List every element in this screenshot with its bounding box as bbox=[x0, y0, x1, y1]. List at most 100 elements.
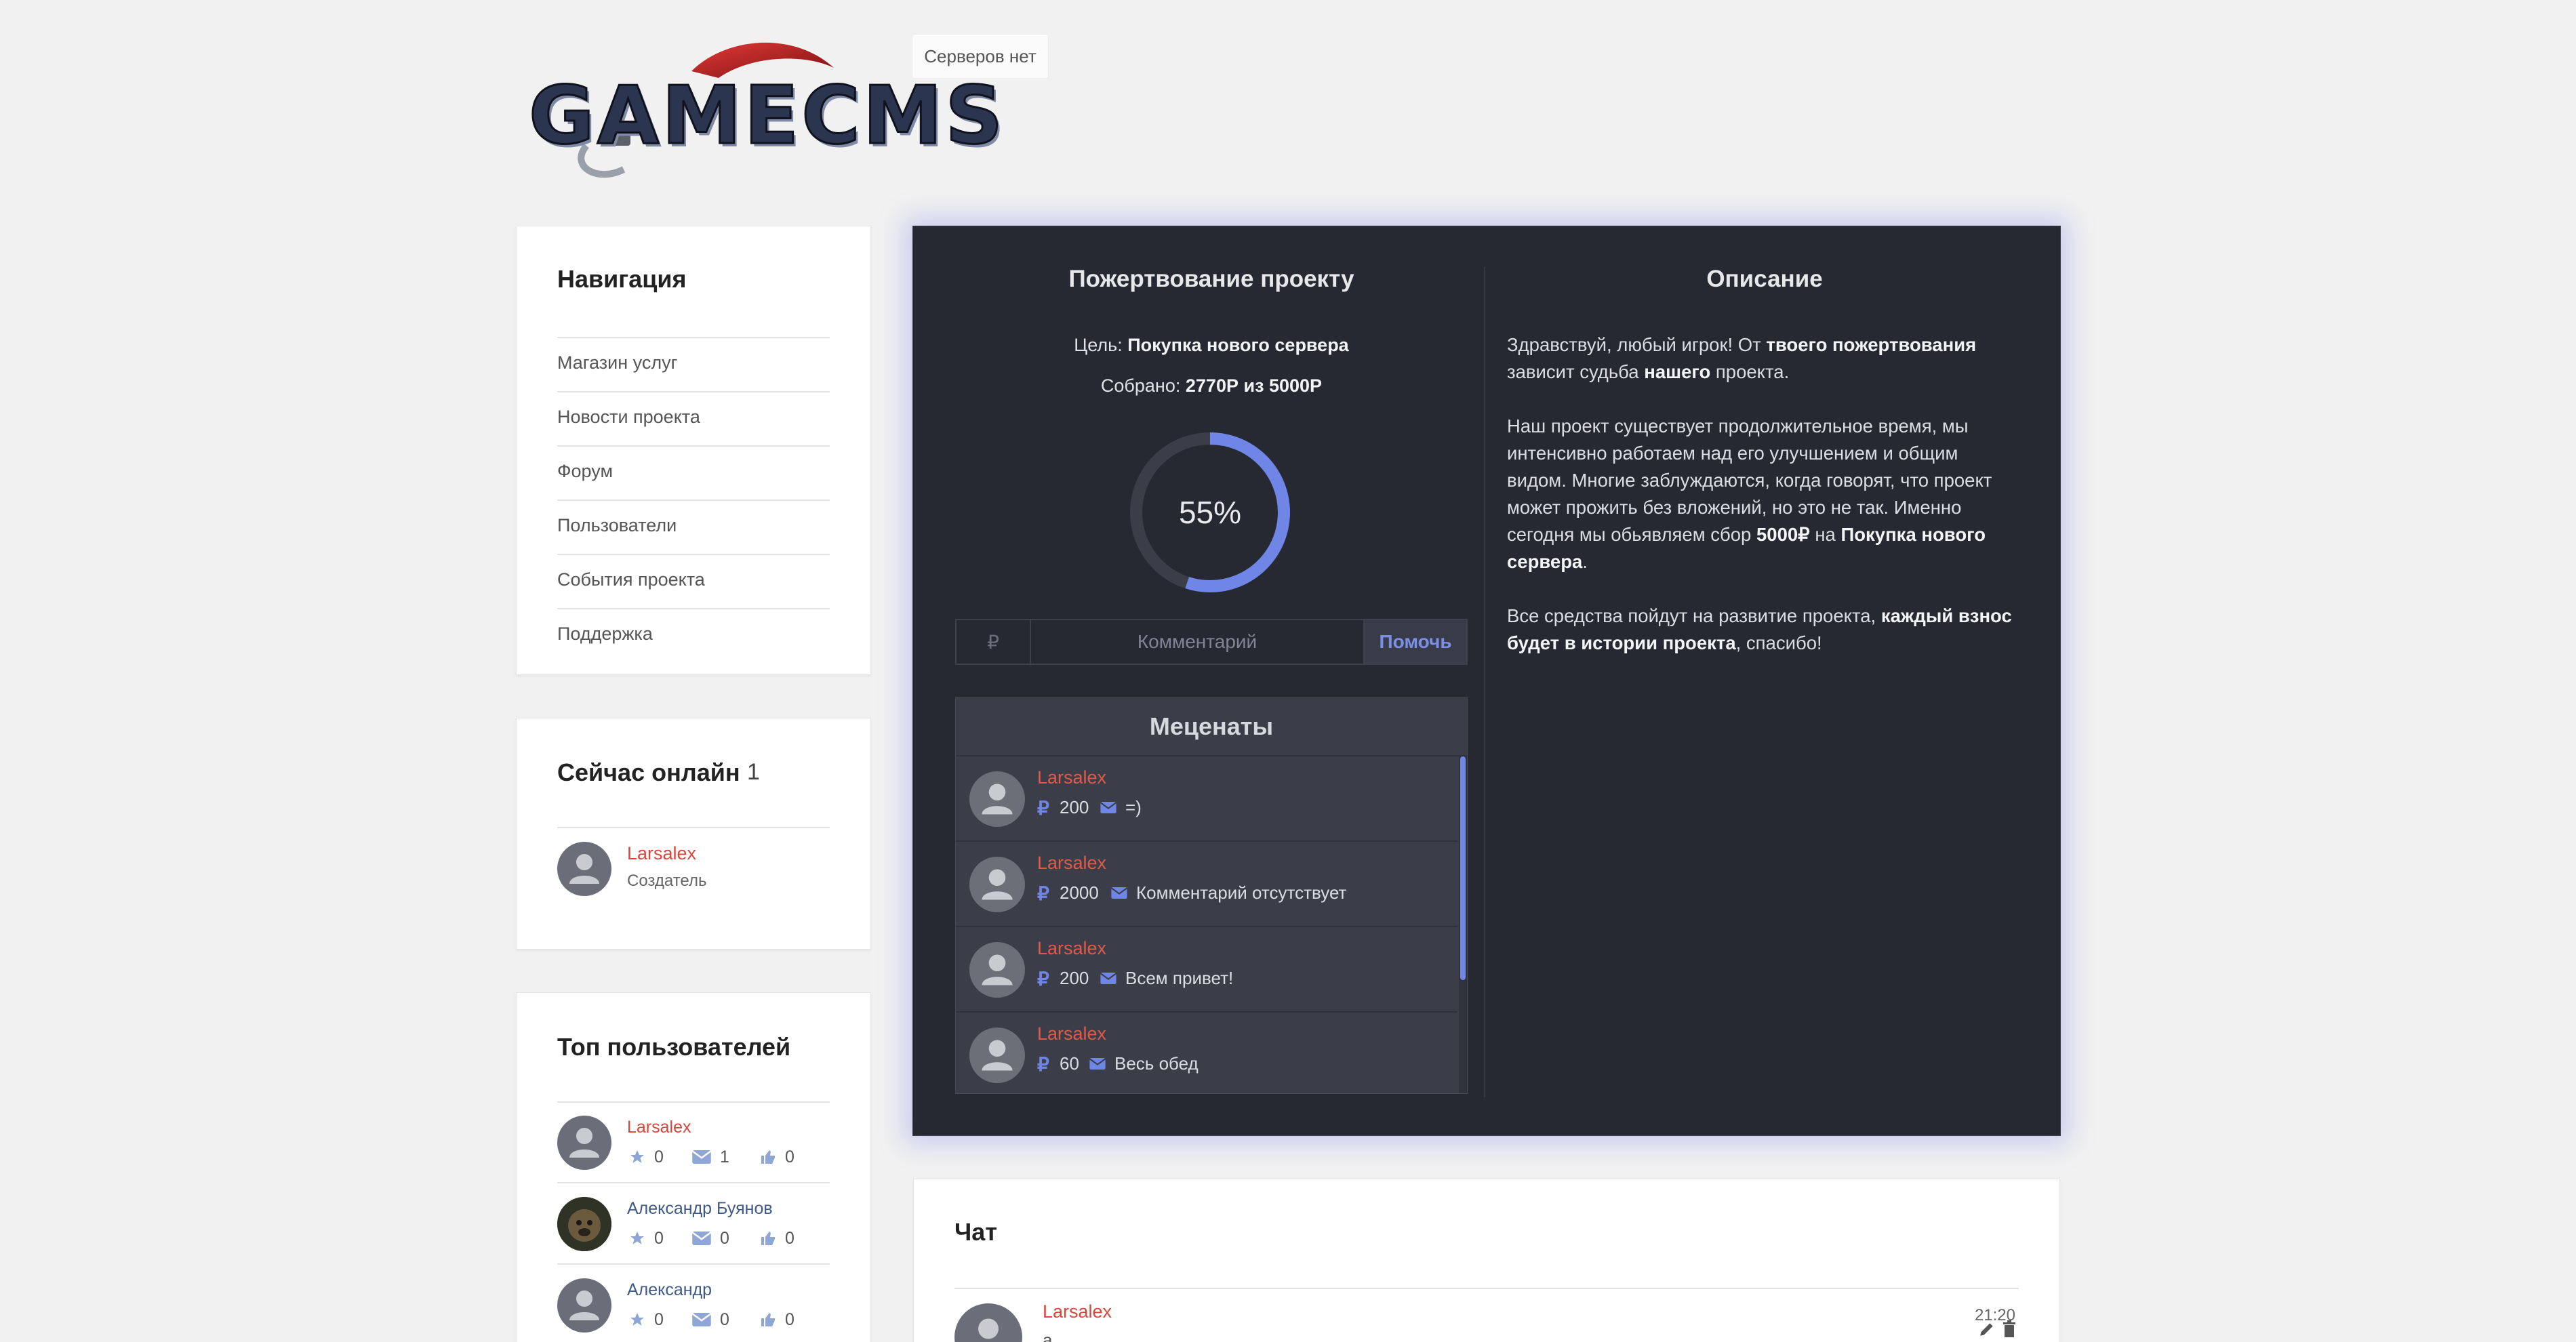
divider bbox=[557, 827, 830, 828]
nav-item-support[interactable]: Поддержка bbox=[557, 624, 653, 645]
top-users-title: Топ пользователей bbox=[557, 1033, 791, 1061]
patron-comment: Весь обед bbox=[1114, 1053, 1199, 1074]
divider bbox=[557, 445, 830, 447]
star-icon bbox=[630, 1313, 644, 1326]
mail-icon bbox=[691, 1232, 712, 1245]
patrons-title: Меценаты bbox=[956, 698, 1467, 756]
divider bbox=[557, 337, 830, 338]
donation-form: ₽ Помочь bbox=[955, 619, 1468, 665]
ruble-icon: ₽ bbox=[1037, 798, 1049, 819]
chat-title: Чат bbox=[954, 1218, 997, 1246]
nav-item-news[interactable]: Новости проекта bbox=[557, 407, 700, 428]
nav-item-users[interactable]: Пользователи bbox=[557, 515, 677, 536]
description-paragraph: Все средства пойдут на развитие проекта,… bbox=[1507, 605, 2012, 653]
collected-label: Собрано: bbox=[1100, 375, 1181, 396]
top-user-messages: 0 bbox=[720, 1310, 729, 1329]
online-user-name[interactable]: Larsalex bbox=[627, 843, 696, 864]
nav-item-shop[interactable]: Магазин услуг bbox=[557, 352, 677, 373]
divider bbox=[557, 608, 830, 609]
nav-item-events[interactable]: События проекта bbox=[557, 569, 705, 590]
top-user-stars: 0 bbox=[654, 1310, 664, 1329]
thumbs-up-icon bbox=[761, 1232, 775, 1245]
top-user-stars: 0 bbox=[654, 1147, 664, 1166]
top-user-likes: 0 bbox=[785, 1147, 794, 1166]
donation-title: Пожертвование проекту bbox=[1068, 266, 1354, 292]
navigation-title: Навигация bbox=[557, 265, 687, 293]
avatar[interactable] bbox=[969, 1028, 1025, 1083]
ruble-icon: ₽ bbox=[1037, 969, 1049, 990]
avatar[interactable] bbox=[954, 1303, 1022, 1342]
donation-goal: Цель: Покупка нового сервера bbox=[913, 335, 1510, 356]
description-paragraph: Наш проект существует продолжительное вр… bbox=[1507, 415, 1992, 572]
patron-name[interactable]: Larsalex bbox=[1037, 938, 1106, 959]
top-user-messages: 0 bbox=[720, 1229, 729, 1248]
top-user-name[interactable]: Larsalex bbox=[627, 1118, 691, 1137]
online-card: Сейчас онлайн 1 Larsalex Создатель bbox=[516, 718, 871, 950]
scrollbar-thumb[interactable] bbox=[1460, 756, 1466, 980]
logo-text: GAMECMS bbox=[527, 68, 1006, 163]
mail-icon bbox=[691, 1150, 712, 1164]
patron-name[interactable]: Larsalex bbox=[1037, 1023, 1106, 1044]
divider bbox=[557, 1101, 830, 1103]
avatar[interactable] bbox=[969, 857, 1025, 912]
comment-input[interactable] bbox=[1031, 620, 1365, 664]
servers-status: Серверов нет bbox=[912, 34, 1049, 79]
avatar[interactable] bbox=[969, 771, 1025, 827]
edit-icon[interactable] bbox=[1978, 1320, 1996, 1338]
list-item: Larsalex ₽ 200 Всем привет! bbox=[956, 927, 1457, 1013]
top-users-card: Топ пользователей Larsalex 0 1 0 Алексан… bbox=[516, 992, 871, 1342]
description-title: Описание bbox=[1706, 266, 1823, 292]
avatar[interactable] bbox=[969, 942, 1025, 998]
top-user-stars: 0 bbox=[654, 1229, 664, 1248]
site-logo[interactable]: GAMECMS bbox=[522, 30, 1004, 183]
trash-icon[interactable] bbox=[2001, 1320, 2017, 1338]
chat-message-text: а bbox=[1043, 1330, 1053, 1342]
goal-label: Цель: bbox=[1074, 335, 1123, 355]
list-item: Larsalex ₽ 60 Весь обед bbox=[956, 1013, 1457, 1098]
avatar[interactable] bbox=[557, 842, 611, 896]
chat-user-name[interactable]: Larsalex bbox=[1043, 1301, 1112, 1322]
ruble-icon: ₽ bbox=[1037, 883, 1049, 904]
avatar[interactable] bbox=[557, 1278, 611, 1333]
patron-amount: 60 bbox=[1060, 1053, 1079, 1074]
avatar[interactable] bbox=[557, 1197, 611, 1251]
divider bbox=[557, 1182, 830, 1183]
mail-icon bbox=[1089, 1058, 1106, 1070]
online-count: 1 bbox=[747, 759, 760, 785]
patron-comment: Всем привет! bbox=[1125, 968, 1234, 988]
help-button[interactable]: Помочь bbox=[1365, 620, 1466, 664]
amount-input[interactable]: ₽ bbox=[957, 620, 1031, 664]
mail-icon bbox=[1100, 802, 1117, 813]
mail-icon bbox=[1110, 887, 1128, 899]
top-user-messages: 1 bbox=[720, 1147, 729, 1166]
patron-name[interactable]: Larsalex bbox=[1037, 767, 1106, 788]
patron-amount: 2000 bbox=[1060, 882, 1099, 903]
top-user-name[interactable]: Александр Буянов bbox=[627, 1199, 773, 1219]
patron-name[interactable]: Larsalex bbox=[1037, 853, 1106, 874]
online-user-role: Создатель bbox=[627, 872, 707, 890]
patron-comment: =) bbox=[1125, 797, 1142, 817]
ruble-icon: ₽ bbox=[1037, 1054, 1049, 1075]
nav-item-forum[interactable]: Форум bbox=[557, 461, 613, 482]
thumbs-up-icon bbox=[761, 1313, 775, 1326]
mail-icon bbox=[691, 1313, 712, 1326]
donation-panel: Пожертвование проекту Цель: Покупка ново… bbox=[912, 226, 2061, 1136]
star-icon bbox=[630, 1150, 644, 1163]
mail-icon bbox=[1100, 973, 1117, 984]
chat-card: Чат Larsalex а 21:20 bbox=[913, 1179, 2060, 1342]
avatar[interactable] bbox=[557, 1116, 611, 1170]
donation-collected: Собрано: 2770Р из 5000Р bbox=[913, 375, 1510, 396]
divider bbox=[557, 1263, 830, 1265]
patrons-scrollbar[interactable] bbox=[1459, 756, 1467, 1093]
online-title: Сейчас онлайн bbox=[557, 758, 740, 786]
progress-ring: 55% bbox=[1127, 430, 1293, 595]
top-user-likes: 0 bbox=[785, 1229, 794, 1248]
patron-comment: Комментарий отсутствует bbox=[1136, 882, 1347, 903]
top-user-name[interactable]: Александр bbox=[627, 1280, 712, 1300]
divider bbox=[1484, 267, 1485, 1097]
patrons-list: Меценаты Larsalex ₽ 200 =) Larsalex ₽ 20… bbox=[955, 697, 1468, 1094]
collected-value: 2770Р из 5000Р bbox=[1185, 375, 1323, 396]
divider bbox=[557, 391, 830, 392]
description-text: Здравствуй, любый игрок! От твоего пожер… bbox=[1507, 331, 2022, 684]
top-user-likes: 0 bbox=[785, 1310, 794, 1329]
